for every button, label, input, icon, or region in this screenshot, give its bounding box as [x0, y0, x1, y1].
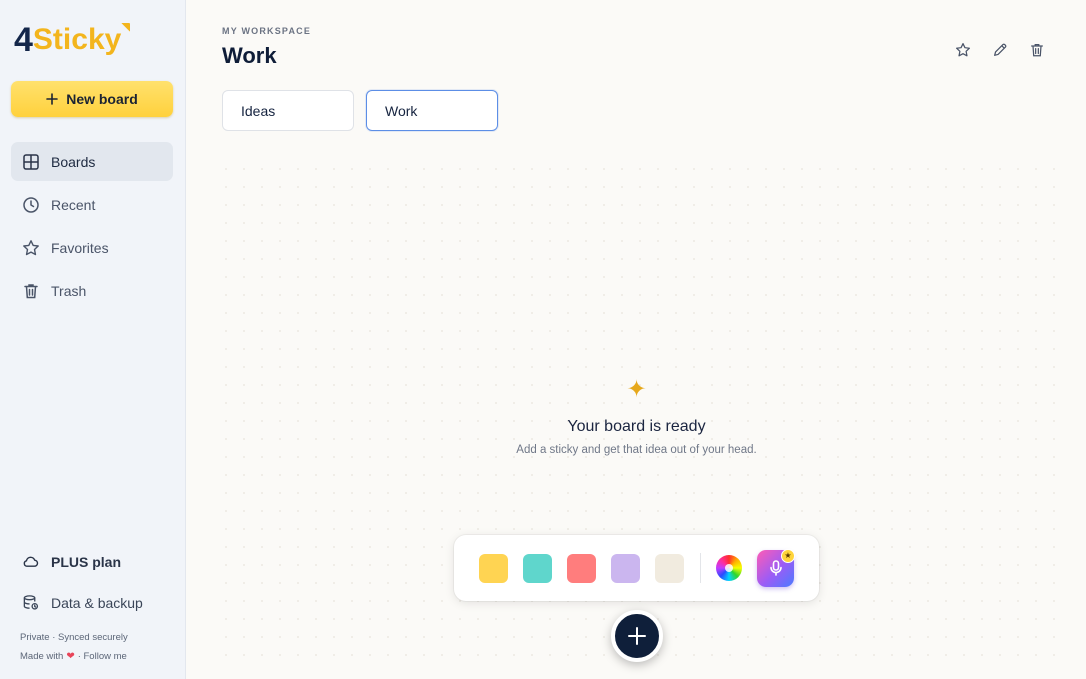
database-icon [23, 595, 39, 610]
trash-icon [24, 283, 38, 298]
sidebar-nav: Boards Recent Favorites Trash [11, 142, 173, 314]
trash-icon [1030, 43, 1043, 56]
plus-plan-link[interactable]: PLUS plan [22, 553, 121, 570]
board-area: MY WORKSPACE Work Ideas Work ✦ Your boar… [187, 0, 1086, 679]
swatch-teal[interactable] [523, 553, 552, 583]
swatch-red[interactable] [567, 553, 596, 583]
data-backup-link[interactable]: Data & backup [22, 594, 143, 611]
data-backup-label: Data & backup [51, 594, 143, 611]
empty-state-title: Your board is ready [567, 418, 706, 435]
page-title: Work [222, 43, 277, 68]
header-actions [953, 40, 1046, 59]
toolbar-divider [700, 553, 701, 583]
logo-number: 4 [14, 21, 33, 59]
add-sticky-button[interactable] [611, 610, 663, 662]
made-with-label: Made with [20, 651, 64, 662]
tab-label: Work [385, 102, 418, 119]
plus-icon [46, 93, 59, 105]
star-icon [955, 42, 970, 56]
new-board-button[interactable]: New board [11, 81, 173, 117]
sparkle-icon: ✦ [626, 376, 647, 403]
premium-badge-icon: ★ [781, 548, 795, 563]
follow-me-link[interactable]: · Follow me [78, 651, 127, 662]
delete-board-button[interactable] [1027, 40, 1046, 59]
pencil-icon [993, 43, 1006, 56]
app-logo[interactable]: 4 Sticky [14, 18, 131, 59]
empty-state-subtitle: Add a sticky and get that idea out of yo… [516, 444, 757, 456]
tab-label: Ideas [241, 102, 276, 119]
microphone-icon [769, 560, 782, 576]
board-tabs: Ideas Work [222, 90, 498, 131]
sidebar-item-boards[interactable]: Boards [11, 142, 173, 181]
sidebar-item-label: Boards [51, 153, 96, 170]
color-wheel-icon[interactable] [716, 555, 742, 581]
logo-word: Sticky [32, 23, 122, 56]
tab-work[interactable]: Work [366, 90, 498, 131]
sticky-toolbar: ★ [454, 535, 819, 601]
sidebar: 4 Sticky New board Boards Recent Favorit… [0, 0, 186, 679]
sidebar-item-label: Trash [51, 282, 87, 299]
cloud-icon [23, 556, 39, 567]
sidebar-item-recent[interactable]: Recent [11, 185, 173, 224]
new-board-label: New board [66, 91, 138, 107]
plus-plan-label: PLUS plan [51, 553, 122, 570]
rename-button[interactable] [990, 40, 1009, 59]
swatch-cream[interactable] [655, 553, 684, 583]
plus-icon [628, 627, 646, 645]
privacy-note: Private · Synced securely [20, 632, 128, 643]
tab-ideas[interactable]: Ideas [222, 90, 354, 131]
sidebar-item-favorites[interactable]: Favorites [11, 228, 173, 267]
sidebar-item-label: Recent [51, 196, 96, 213]
sidebar-item-label: Favorites [51, 239, 109, 256]
grid-icon [23, 153, 39, 170]
heart-icon: ❤ [66, 651, 75, 662]
made-with-note: Made with ❤ · Follow me [20, 651, 127, 662]
logo-mark-icon [121, 23, 131, 32]
star-icon [23, 239, 39, 255]
clock-icon [23, 196, 39, 213]
sidebar-item-trash[interactable]: Trash [11, 271, 173, 310]
swatch-lavender[interactable] [611, 553, 640, 583]
voice-note-button[interactable]: ★ [757, 548, 795, 587]
swatch-yellow[interactable] [479, 553, 508, 583]
favorite-button[interactable] [953, 40, 972, 59]
workspace-label: MY WORKSPACE [222, 26, 312, 36]
